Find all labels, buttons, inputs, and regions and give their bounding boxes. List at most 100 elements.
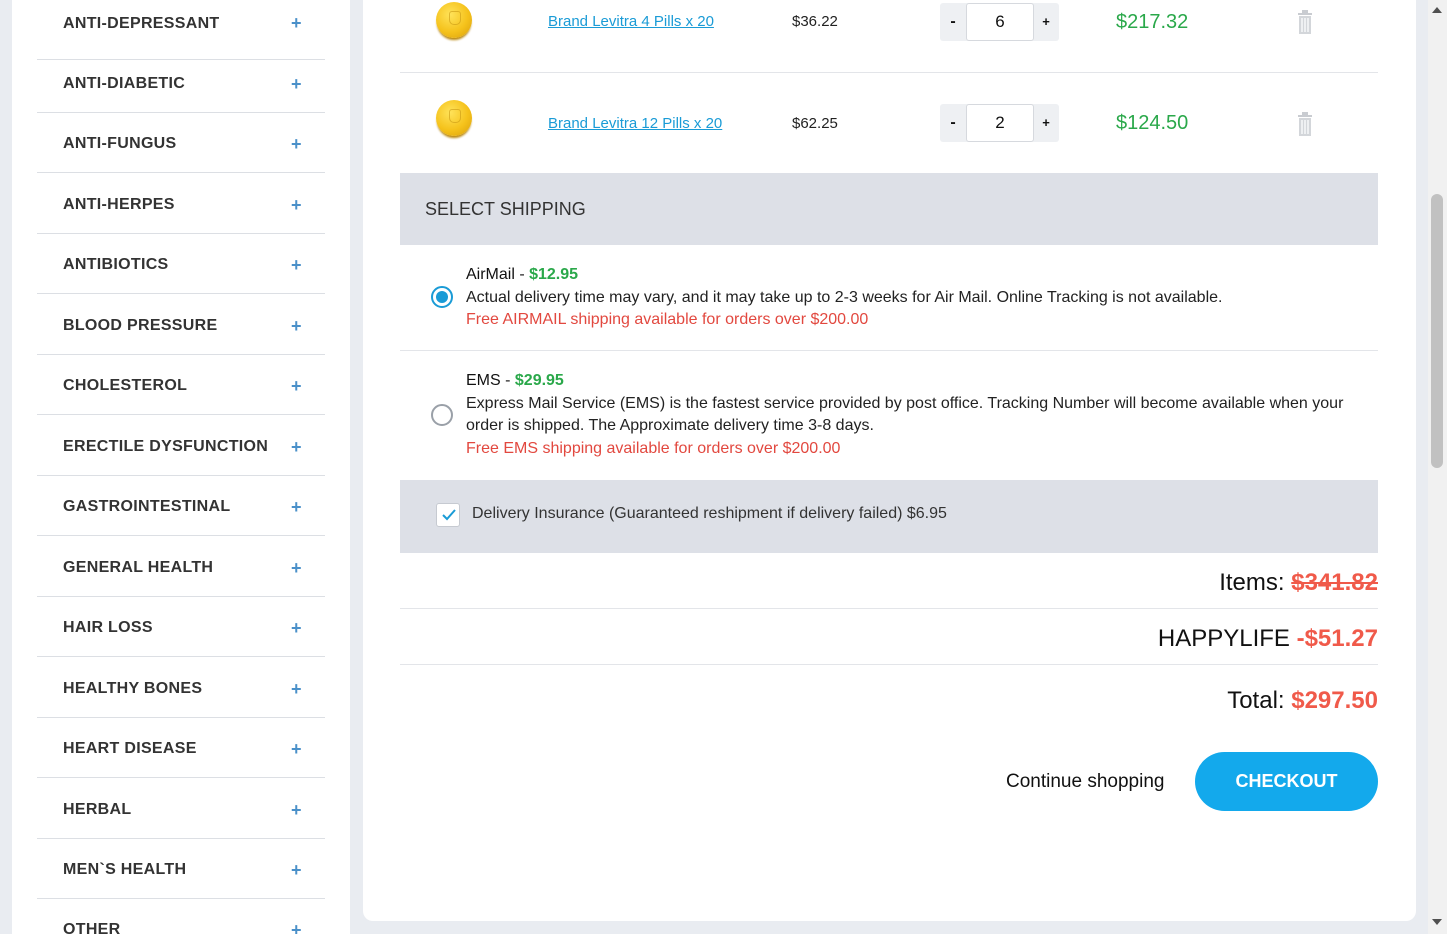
option-free-note: Free EMS shipping available for orders o…: [466, 439, 841, 457]
sidebar-item-label: ANTI-DIABETIC: [63, 75, 186, 92]
scroll-up-icon[interactable]: [1432, 7, 1442, 13]
plus-icon[interactable]: +: [291, 174, 302, 236]
pill-thumbnail: [436, 2, 472, 38]
airmail-radio[interactable]: [431, 286, 453, 308]
option-separator: -: [514, 266, 530, 283]
sidebar-item-herbal[interactable]: HERBAL +: [37, 779, 325, 839]
option-price: $12.95: [529, 266, 579, 283]
option-description: Actual delivery time may vary, and it ma…: [466, 288, 1223, 306]
order-total: Total: $297.50: [400, 665, 1378, 735]
plus-icon[interactable]: +: [291, 597, 302, 659]
sidebar-item-label: ANTI-HERPES: [63, 196, 175, 213]
scrollbar-thumb[interactable]: [1431, 194, 1443, 468]
sidebar-item-label: ERECTILE DYSFUNCTION: [63, 438, 269, 455]
quantity-stepper: - +: [940, 3, 1059, 41]
sidebar-item-blood-pressure[interactable]: BLOOD PRESSURE +: [37, 295, 325, 355]
sidebar-item-other[interactable]: OTHER +: [37, 900, 325, 934]
option-separator: -: [500, 372, 515, 389]
sidebar-item-label: HERBAL: [63, 801, 132, 818]
sidebar-item-cholesterol[interactable]: CHOLESTEROL +: [37, 355, 325, 415]
shipping-option-text: AirMail - $12.95 Actual delivery time ma…: [466, 264, 1366, 332]
option-name: AirMail: [466, 266, 515, 283]
plus-icon[interactable]: +: [291, 839, 302, 901]
plus-icon[interactable]: +: [291, 658, 302, 720]
sidebar-item-heart-disease[interactable]: HEART DISEASE +: [37, 718, 325, 778]
checkout-button[interactable]: CHECKOUT: [1195, 752, 1378, 811]
shipping-option-airmail[interactable]: AirMail - $12.95 Actual delivery time ma…: [400, 245, 1378, 351]
plus-icon[interactable]: +: [291, 718, 302, 780]
ems-radio[interactable]: [431, 404, 453, 426]
plus-icon[interactable]: +: [291, 900, 302, 934]
items-value: $341.82: [1291, 569, 1378, 596]
plus-icon[interactable]: +: [291, 779, 302, 841]
sidebar-item-anti-fungus[interactable]: ANTI-FUNGUS +: [37, 113, 325, 173]
page-scrollbar[interactable]: [1428, 0, 1447, 934]
shipping-title: SELECT SHIPPING: [425, 199, 586, 219]
sidebar-item-general-health[interactable]: GENERAL HEALTH +: [37, 537, 325, 597]
plus-icon[interactable]: +: [291, 0, 302, 47]
insurance-label: Delivery Insurance (Guaranteed reshipmen…: [472, 505, 947, 522]
unit-price: $36.22: [792, 13, 838, 30]
sidebar-item-label: HAIR LOSS: [63, 619, 153, 636]
sidebar-item-mens-health[interactable]: MEN`S HEALTH +: [37, 839, 325, 899]
plus-icon[interactable]: +: [291, 355, 302, 417]
sidebar-item-label: GENERAL HEALTH: [63, 559, 214, 576]
plus-icon[interactable]: +: [291, 53, 302, 115]
option-free-note: Free AIRMAIL shipping available for orde…: [466, 311, 869, 328]
pill-thumbnail: [436, 100, 472, 136]
plus-icon[interactable]: +: [291, 416, 302, 478]
line-total: $124.50: [1116, 112, 1189, 134]
coupon-discount: HAPPYLIFE -$51.27: [400, 609, 1378, 665]
sidebar-item-erectile-dysfunction[interactable]: ERECTILE DYSFUNCTION +: [37, 416, 325, 476]
coupon-value: -$51.27: [1296, 625, 1378, 652]
shipping-option-ems[interactable]: EMS - $29.95 Express Mail Service (EMS) …: [400, 351, 1378, 480]
total-label: Total:: [1227, 687, 1292, 714]
plus-icon[interactable]: +: [291, 537, 302, 599]
product-link[interactable]: Brand Levitra 12 Pills x 20: [548, 115, 722, 132]
scroll-down-icon[interactable]: [1432, 919, 1442, 925]
sidebar-item-label: ANTIBIOTICS: [63, 256, 169, 273]
quantity-input[interactable]: [966, 3, 1034, 41]
product-link[interactable]: Brand Levitra 4 Pills x 20: [548, 13, 714, 30]
plus-icon[interactable]: +: [291, 113, 302, 175]
sidebar-item-label: HEART DISEASE: [63, 740, 197, 757]
sidebar-item-label: OTHER: [63, 921, 121, 934]
quantity-input[interactable]: [966, 104, 1034, 142]
sidebar-item-hair-loss[interactable]: HAIR LOSS +: [37, 597, 325, 657]
items-subtotal: Items: $341.82: [400, 553, 1378, 609]
insurance-row: Delivery Insurance (Guaranteed reshipmen…: [400, 480, 1378, 553]
sidebar-item-label: ANTI-FUNGUS: [63, 135, 177, 152]
sidebar-item-label: MEN`S HEALTH: [63, 861, 187, 878]
sidebar-item-label: GASTROINTESTINAL: [63, 498, 231, 515]
coupon-label: HAPPYLIFE: [1157, 625, 1297, 652]
option-name: EMS: [466, 372, 501, 389]
sidebar-item-label: CHOLESTEROL: [63, 377, 188, 394]
plus-icon[interactable]: +: [291, 234, 302, 296]
plus-icon[interactable]: +: [291, 476, 302, 538]
sidebar-item-anti-herpes[interactable]: ANTI-HERPES +: [37, 174, 325, 234]
increase-quantity-button[interactable]: +: [1033, 104, 1059, 142]
decrease-quantity-button[interactable]: -: [940, 104, 966, 142]
increase-quantity-button[interactable]: +: [1033, 3, 1059, 41]
sidebar-item-label: ANTI-DEPRESSANT: [63, 15, 220, 32]
checkmark-icon: [442, 509, 456, 521]
sidebar-item-label: HEALTHY BONES: [63, 680, 203, 697]
trash-icon[interactable]: [1297, 112, 1313, 136]
category-sidebar: ANTI-DEPRESSANT + ANTI-DIABETIC + ANTI-F…: [12, 0, 350, 934]
cart-panel: Brand Levitra 4 Pills x 20 $36.22 - + $2…: [363, 0, 1416, 921]
sidebar-item-antibiotics[interactable]: ANTIBIOTICS +: [37, 234, 325, 294]
decrease-quantity-button[interactable]: -: [940, 3, 966, 41]
sidebar-item-gastrointestinal[interactable]: GASTROINTESTINAL +: [37, 476, 325, 536]
total-value: $297.50: [1291, 687, 1378, 714]
option-description: Express Mail Service (EMS) is the fastes…: [466, 394, 1344, 435]
quantity-stepper: - +: [940, 104, 1059, 142]
continue-shopping-link[interactable]: Continue shopping: [1006, 752, 1164, 811]
insurance-checkbox[interactable]: [436, 503, 460, 527]
plus-icon[interactable]: +: [291, 295, 302, 357]
sidebar-item-anti-diabetic[interactable]: ANTI-DIABETIC +: [37, 53, 325, 113]
cart-row: Brand Levitra 12 Pills x 20 $62.25 - + $…: [400, 73, 1378, 174]
sidebar-item-healthy-bones[interactable]: HEALTHY BONES +: [37, 658, 325, 718]
trash-icon[interactable]: [1297, 10, 1313, 34]
sidebar-item-anti-depressant[interactable]: ANTI-DEPRESSANT +: [37, 0, 325, 60]
items-label: Items:: [1219, 569, 1292, 596]
